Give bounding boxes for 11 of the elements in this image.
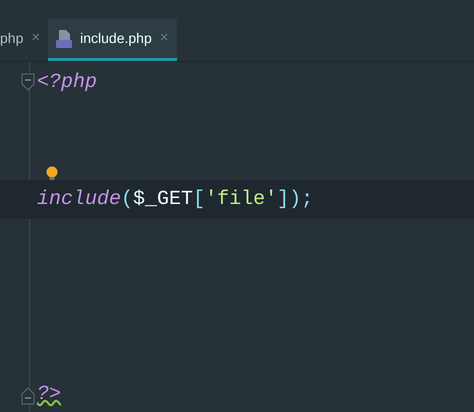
tab-label: php [0, 29, 24, 48]
code-line: include($_GET['file']); [37, 190, 314, 210]
fold-icon[interactable] [21, 73, 35, 91]
code-line: <?php [37, 72, 98, 92]
php-file-icon [56, 30, 72, 48]
code-line: ?> [37, 384, 62, 404]
lightbulb-icon[interactable] [46, 166, 58, 182]
fold-icon[interactable] [21, 387, 35, 405]
editor-tab[interactable]: php × [0, 19, 48, 61]
editor-tab[interactable]: include.php × [48, 19, 177, 61]
tab-label: include.php [80, 29, 152, 48]
